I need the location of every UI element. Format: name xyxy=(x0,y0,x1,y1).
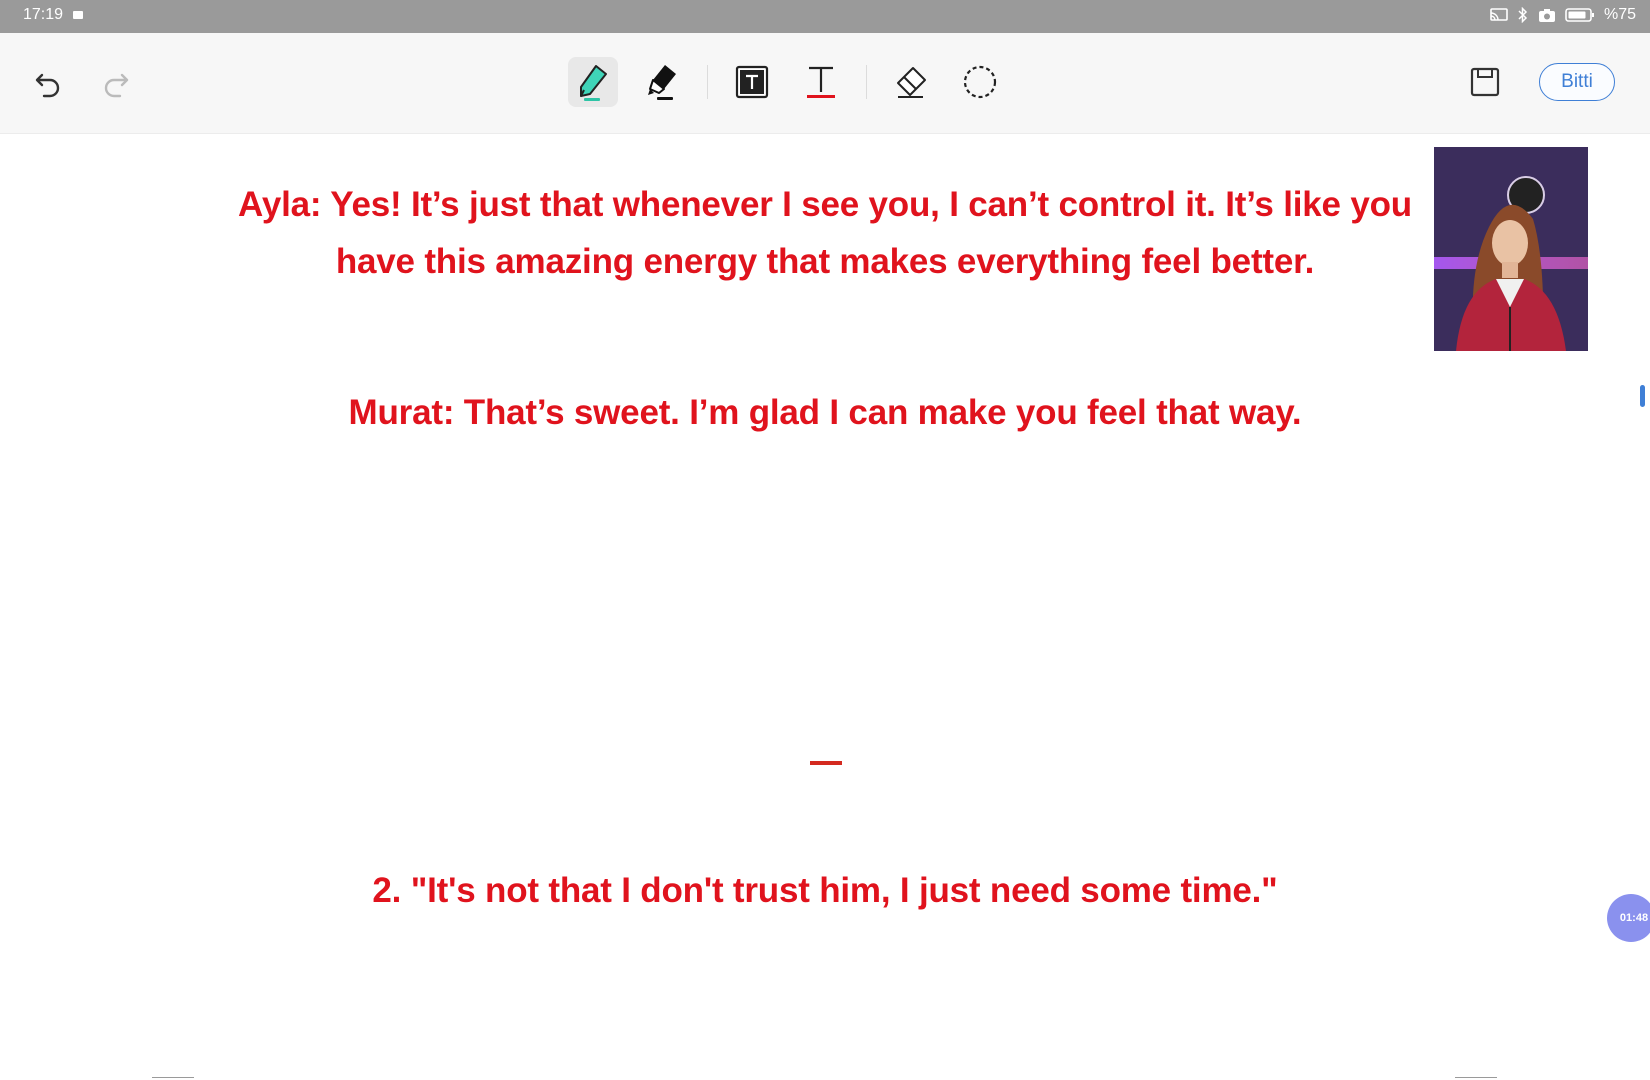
page-edge-marker xyxy=(1455,1077,1497,1078)
status-icons: %75 xyxy=(1490,6,1636,24)
eraser-tool[interactable] xyxy=(886,57,936,107)
bluetooth-icon xyxy=(1518,7,1528,23)
undo-icon xyxy=(35,73,60,98)
ayla-dialogue-text: Ayla: Yes! It’s just that whenever I see… xyxy=(238,185,1412,281)
status-time: 17:19 xyxy=(23,6,64,23)
toolbar-divider xyxy=(707,65,708,99)
battery-percent: %75 xyxy=(1603,6,1636,23)
lasso-icon xyxy=(963,65,997,99)
marker-icon xyxy=(648,65,676,100)
handwritten-dash xyxy=(810,761,842,765)
done-button[interactable]: Bitti xyxy=(1539,63,1615,101)
battery-icon xyxy=(1565,8,1594,22)
lasso-tool[interactable] xyxy=(955,57,1005,107)
eraser-icon xyxy=(897,67,926,98)
textbox-icon xyxy=(735,65,769,99)
scroll-indicator[interactable] xyxy=(1640,385,1645,407)
toolbar-divider xyxy=(866,65,867,99)
save-icon xyxy=(1470,67,1500,97)
pen-tool[interactable] xyxy=(568,57,618,107)
status-bar: 17:19 %75 xyxy=(0,0,1650,33)
textbox-tool[interactable] xyxy=(727,57,777,107)
note-canvas[interactable]: Ayla: Yes! It’s just that whenever I see… xyxy=(0,134,1650,1080)
recording-timer-bubble[interactable]: 01:48 xyxy=(1607,894,1650,942)
pen-icon xyxy=(580,65,607,101)
screen-cast-icon xyxy=(1490,8,1508,21)
numbered-sentence-text: 2. "It's not that I don't trust him, I j… xyxy=(372,871,1278,910)
marker-tool[interactable] xyxy=(638,57,688,107)
webcam-video-overlay[interactable] xyxy=(1434,147,1588,351)
drawing-toolbar: Bitti xyxy=(0,33,1650,134)
murat-dialogue-text: Murat: That’s sweet. I’m glad I can make… xyxy=(348,393,1302,432)
undo-button[interactable] xyxy=(28,63,68,103)
save-button[interactable] xyxy=(1462,59,1508,105)
recording-icon xyxy=(73,11,83,19)
page-edge-marker xyxy=(152,1077,194,1078)
camera-icon xyxy=(1538,8,1555,22)
redo-icon xyxy=(104,73,129,98)
webcam-person-image xyxy=(1434,147,1588,351)
text-cursor-icon xyxy=(807,66,835,98)
text-tool[interactable] xyxy=(796,57,846,107)
redo-button[interactable] xyxy=(96,63,136,103)
